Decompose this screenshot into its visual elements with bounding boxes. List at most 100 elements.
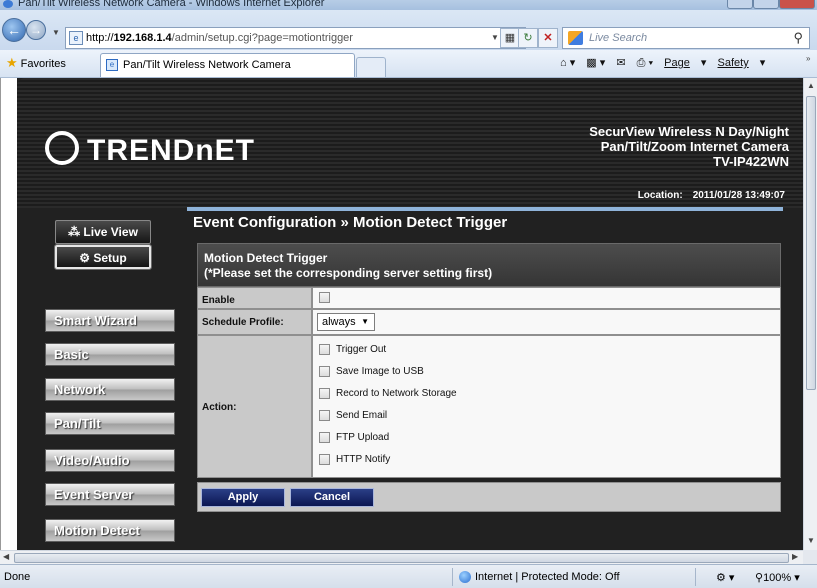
- scroll-down-icon[interactable]: ▼: [807, 536, 815, 545]
- page-viewport: TRENDnET SecurView Wireless N Day/Night …: [0, 78, 803, 550]
- setup-button[interactable]: ⚙ Setup: [54, 244, 152, 270]
- favorites-star-icon: ★: [6, 55, 18, 70]
- gears-icon: ⚙: [79, 251, 91, 265]
- status-divider: [695, 568, 696, 586]
- trendnet-logo: TRENDnET: [45, 131, 255, 169]
- action-trigger-out[interactable]: Trigger Out: [319, 344, 386, 355]
- nav-event-server[interactable]: Event Server: [45, 483, 175, 506]
- nav-video-audio[interactable]: Video/Audio: [45, 449, 175, 472]
- feeds-icon[interactable]: ▩ ▾: [586, 57, 605, 69]
- search-icon[interactable]: ⚲: [793, 30, 803, 46]
- send-email-checkbox[interactable]: [319, 410, 330, 421]
- address-dropdown-icon[interactable]: ▼: [491, 33, 499, 42]
- motion-trigger-form: Motion Detect Trigger (*Please set the c…: [187, 243, 783, 483]
- apply-button[interactable]: Apply: [201, 488, 285, 507]
- zoom-level[interactable]: ⚲100% ▾: [755, 571, 800, 584]
- tab-page-icon: e: [106, 59, 118, 71]
- form-button-bar: Apply Cancel: [197, 482, 781, 512]
- schedule-cell: always ▼: [312, 309, 781, 335]
- logo-circle-icon: [45, 131, 79, 166]
- recent-pages-dropdown-icon[interactable]: ▼: [52, 28, 60, 37]
- compatibility-view-icon[interactable]: ▦: [500, 28, 520, 48]
- enable-checkbox[interactable]: [319, 292, 330, 303]
- record-nas-checkbox[interactable]: [319, 388, 330, 399]
- page-menu[interactable]: Page ▾: [664, 57, 706, 69]
- minimize-button[interactable]: [727, 0, 753, 9]
- scroll-up-icon[interactable]: ▲: [807, 81, 815, 90]
- tab-label: Pan/Tilt Wireless Network Camera: [123, 59, 291, 71]
- refresh-icon[interactable]: ↻: [518, 28, 538, 48]
- action-record-nas[interactable]: Record to Network Storage: [319, 388, 457, 399]
- section-title: Motion Detect Trigger: [204, 251, 328, 265]
- print-icon[interactable]: ⎙ ▾: [637, 57, 653, 69]
- action-cell: Trigger Out Save Image to USB Record to …: [312, 335, 781, 478]
- stop-icon[interactable]: ✕: [538, 28, 558, 48]
- section-header: Motion Detect Trigger (*Please set the c…: [197, 243, 781, 287]
- location-label: Location:: [637, 190, 683, 201]
- http-notify-checkbox[interactable]: [319, 454, 330, 465]
- search-box[interactable]: Live Search ⚲: [562, 27, 810, 49]
- safety-menu[interactable]: Safety ▾: [718, 57, 766, 69]
- horizontal-scrollbar[interactable]: ◀ ▶: [0, 550, 803, 564]
- navigation-bar: ← → ▼ e http://192.168.1.4/admin/setup.c…: [0, 10, 817, 50]
- home-icon[interactable]: ⌂ ▾: [560, 57, 575, 69]
- schedule-label: Schedule Profile:: [197, 309, 312, 335]
- page-title: Event Configuration » Motion Detect Trig…: [193, 214, 508, 231]
- accent-bar: [187, 207, 783, 211]
- save-usb-checkbox[interactable]: [319, 366, 330, 377]
- action-ftp-upload[interactable]: FTP Upload: [319, 432, 389, 443]
- zoom-icon: ⚲: [755, 572, 764, 584]
- scroll-right-icon[interactable]: ▶: [792, 552, 798, 561]
- ftp-upload-checkbox[interactable]: [319, 432, 330, 443]
- schedule-select[interactable]: always ▼: [317, 313, 375, 331]
- nav-network[interactable]: Network: [45, 378, 175, 401]
- new-tab-button[interactable]: [356, 57, 386, 77]
- security-zone[interactable]: Internet | Protected Mode: Off: [459, 571, 620, 584]
- command-bar: ⌂ ▾ ▩ ▾ ✉ ⎙ ▾ Page ▾ Safety ▾: [560, 56, 773, 70]
- maximize-button[interactable]: [753, 0, 779, 9]
- address-protocol: http://: [86, 32, 114, 44]
- nav-basic[interactable]: Basic: [45, 343, 175, 366]
- nav-pan-tilt[interactable]: Pan/Tilt: [45, 412, 175, 435]
- product-line-2: Pan/Tilt/Zoom Internet Camera: [600, 139, 789, 154]
- action-label: Action:: [197, 335, 312, 478]
- live-search-icon: [568, 31, 583, 45]
- trigger-out-checkbox[interactable]: [319, 344, 330, 355]
- globe-icon: [459, 571, 471, 584]
- mail-icon[interactable]: ✉: [616, 57, 625, 69]
- action-send-email[interactable]: Send Email: [319, 410, 387, 421]
- horizontal-scroll-thumb[interactable]: [14, 553, 789, 563]
- search-placeholder: Live Search: [589, 32, 648, 44]
- close-window-button[interactable]: [779, 0, 815, 9]
- enable-cell: [312, 287, 781, 309]
- address-host: 192.168.1.4: [113, 32, 172, 44]
- vertical-scrollbar[interactable]: ▲ ▼: [803, 78, 817, 550]
- nav-smart-wizard[interactable]: Smart Wizard: [45, 309, 175, 332]
- section-note: (*Please set the corresponding server se…: [204, 266, 493, 280]
- camera-page: TRENDnET SecurView Wireless N Day/Night …: [17, 78, 803, 550]
- live-view-button[interactable]: ⁂ Live View: [55, 220, 151, 244]
- chevron-down-icon: ▼: [361, 317, 369, 326]
- product-line-1: SecurView Wireless N Day/Night: [589, 124, 789, 139]
- scroll-corner: [803, 550, 817, 564]
- location-info: Location: 2011/01/28 13:49:07: [638, 190, 785, 201]
- vertical-scroll-thumb[interactable]: [806, 96, 816, 390]
- status-bar: Done Internet | Protected Mode: Off ⚙ ▾ …: [0, 564, 817, 588]
- nav-motion-detect[interactable]: Motion Detect: [45, 519, 175, 542]
- action-save-usb[interactable]: Save Image to USB: [319, 366, 424, 377]
- scroll-left-icon[interactable]: ◀: [3, 552, 9, 561]
- back-button[interactable]: ←: [2, 18, 26, 42]
- page-icon: e: [69, 31, 83, 45]
- address-bar[interactable]: e http://192.168.1.4/admin/setup.cgi?pag…: [65, 27, 526, 49]
- datetime: 2011/01/28 13:49:07: [692, 190, 785, 201]
- camera-icon: ⁂: [68, 225, 81, 239]
- action-http-notify[interactable]: HTTP Notify: [319, 454, 390, 465]
- model-number: TV-IP422WN: [713, 154, 789, 169]
- forward-button[interactable]: →: [26, 20, 46, 40]
- protected-mode-icon[interactable]: ⚙ ▾: [716, 571, 734, 584]
- cancel-button[interactable]: Cancel: [290, 488, 374, 507]
- chevron-more-icon[interactable]: »: [806, 54, 810, 63]
- tab-camera[interactable]: e Pan/Tilt Wireless Network Camera: [100, 53, 355, 77]
- favorites-button[interactable]: ★ Favorites: [6, 55, 66, 71]
- address-path: /admin/setup.cgi?page=motiontrigger: [171, 32, 353, 44]
